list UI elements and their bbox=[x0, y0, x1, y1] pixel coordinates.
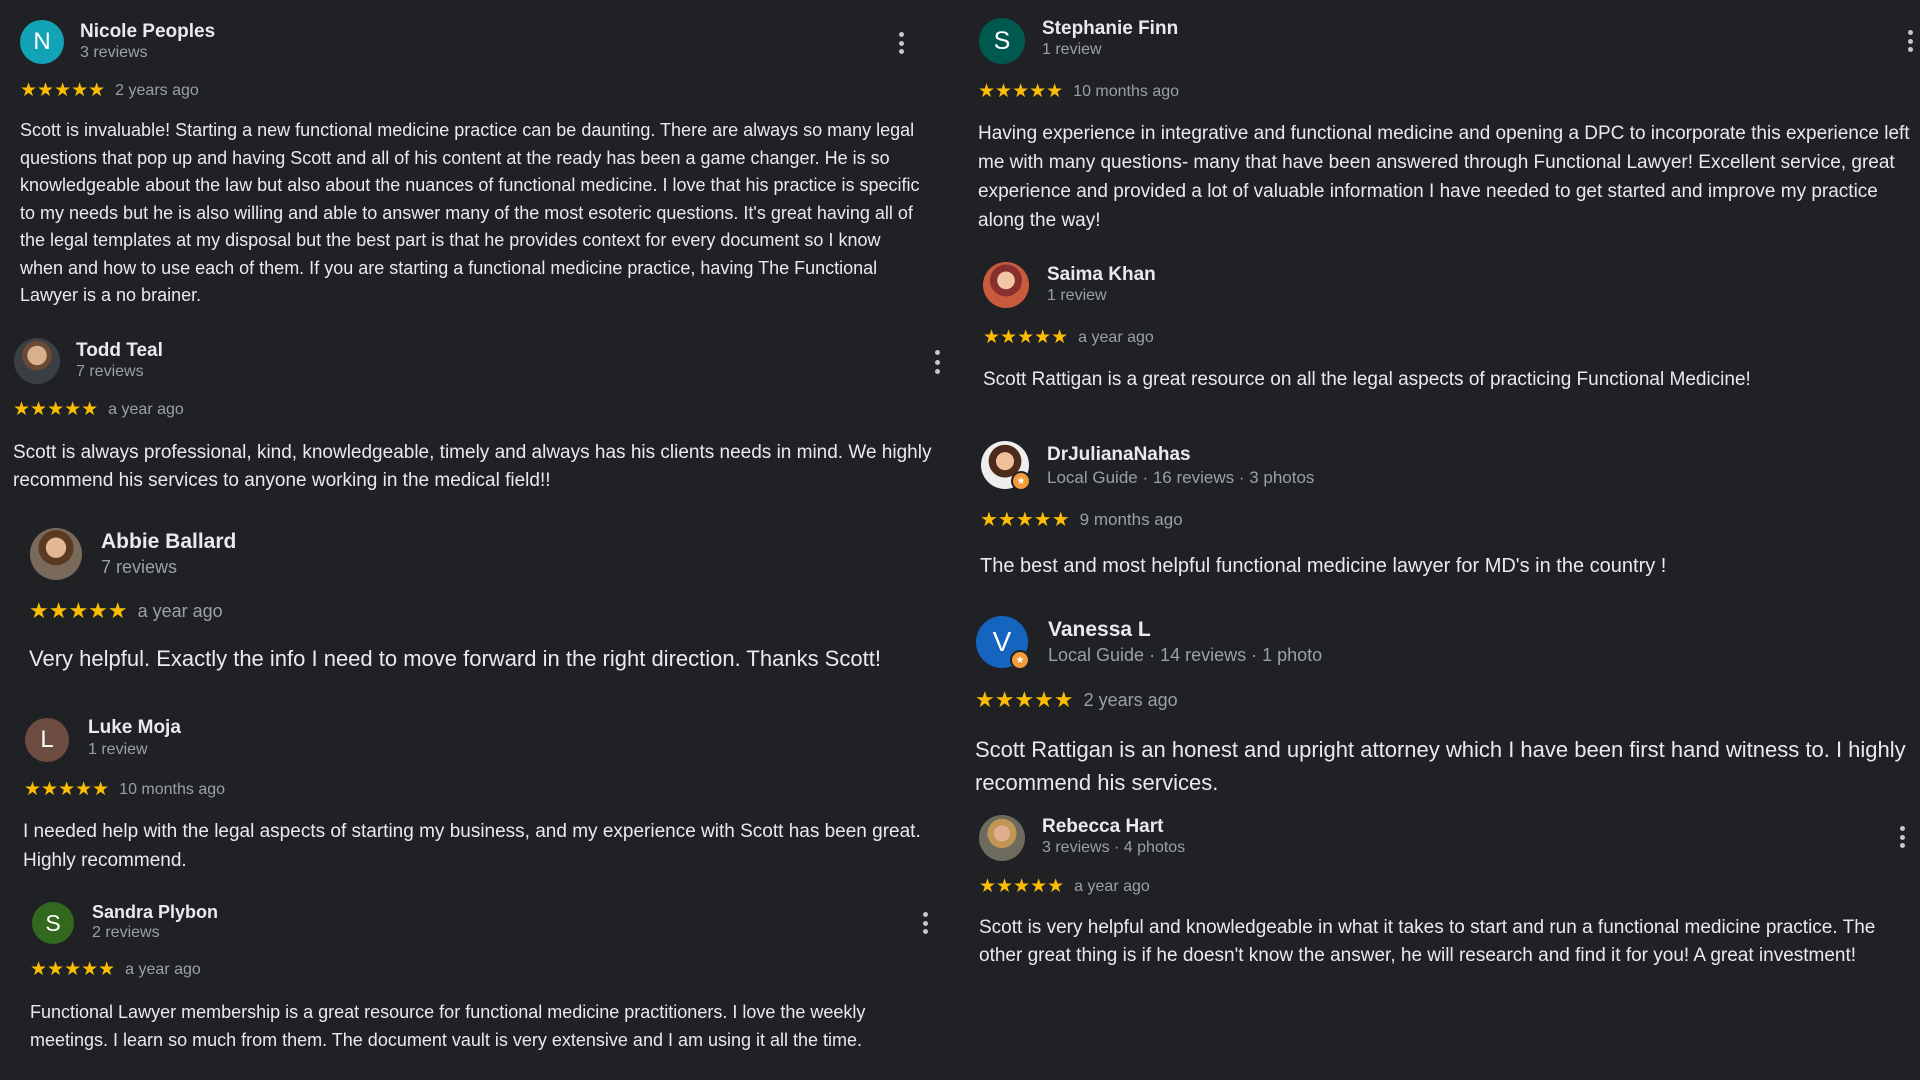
more-options-button[interactable] bbox=[931, 350, 943, 374]
review-text: Scott is invaluable! Starting a new func… bbox=[20, 120, 920, 305]
review-text: Scott is very helpful and knowledgeable … bbox=[979, 917, 1876, 966]
review-time: a year ago bbox=[125, 960, 201, 978]
reviewer-meta: 1 review bbox=[88, 741, 148, 758]
stars-icon: ★★★★★ bbox=[980, 509, 1070, 531]
review-time: a year ago bbox=[1074, 877, 1150, 895]
local-guide-badge-icon: ★ bbox=[1011, 471, 1031, 491]
star-rating: ★★★★★ 9 months ago bbox=[980, 507, 1183, 532]
review-text: I needed help with the legal aspects of … bbox=[23, 821, 921, 871]
review-time: a year ago bbox=[1078, 328, 1154, 346]
avatar[interactable]: S bbox=[32, 902, 74, 944]
reviewer-name[interactable]: Stephanie Finn bbox=[1042, 18, 1178, 40]
avatar[interactable]: N bbox=[20, 20, 64, 64]
stars-icon: ★★★★★ bbox=[979, 876, 1065, 897]
review-card: S Sandra Plybon 2 reviews ★★★★★ a year a… bbox=[0, 895, 950, 1080]
star-rating: ★★★★★ 10 months ago bbox=[24, 778, 225, 801]
stars-icon: ★★★★★ bbox=[30, 959, 116, 980]
review-card: Todd Teal 7 reviews ★★★★★ a year ago Sco… bbox=[0, 330, 950, 500]
review-card: V ★ Vanessa L Local Guide · 14 reviews ·… bbox=[960, 610, 1920, 800]
stars-icon: ★★★★★ bbox=[978, 81, 1064, 102]
star-rating: ★★★★★ a year ago bbox=[983, 326, 1154, 349]
reviewer-meta: 7 reviews bbox=[76, 363, 144, 380]
reviewer-name[interactable]: DrJulianaNahas bbox=[1047, 444, 1191, 466]
reviewer-meta: Local Guide · 16 reviews · 3 photos bbox=[1047, 468, 1315, 487]
review-time: 2 years ago bbox=[1083, 689, 1178, 710]
reviewer-name[interactable]: Vanessa L bbox=[1048, 618, 1151, 642]
reviewer-name[interactable]: Sandra Plybon bbox=[92, 902, 218, 923]
reviewer-meta: 3 reviews bbox=[80, 44, 148, 61]
review-card: Rebecca Hart 3 reviews · 4 photos ★★★★★ … bbox=[960, 808, 1920, 1008]
stars-icon: ★★★★★ bbox=[24, 779, 110, 800]
review-time: 10 months ago bbox=[1073, 82, 1180, 100]
reviewer-meta: 1 review bbox=[1047, 287, 1107, 304]
review-time: 9 months ago bbox=[1079, 509, 1183, 529]
more-options-button[interactable] bbox=[895, 32, 907, 54]
review-card: L Luke Moja 1 review ★★★★★ 10 months ago… bbox=[0, 710, 950, 880]
stars-icon: ★★★★★ bbox=[983, 327, 1069, 348]
stars-icon: ★★★★★ bbox=[13, 399, 99, 420]
star-rating: ★★★★★ 2 years ago bbox=[975, 687, 1178, 713]
review-card: Saima Khan 1 review ★★★★★ a year ago Sco… bbox=[960, 255, 1920, 405]
more-options-button[interactable] bbox=[919, 912, 931, 934]
stars-icon: ★★★★★ bbox=[975, 687, 1074, 712]
star-rating: ★★★★★ a year ago bbox=[13, 398, 184, 421]
star-rating: ★★★★★ 2 years ago bbox=[20, 79, 199, 102]
person-photo-icon[interactable]: ★ bbox=[981, 441, 1031, 491]
reviewer-meta: 3 reviews · 4 photos bbox=[1042, 839, 1186, 856]
reviewer-meta: Local Guide · 14 reviews · 1 photo bbox=[1048, 645, 1323, 665]
review-time: 2 years ago bbox=[115, 81, 199, 99]
star-rating: ★★★★★ a year ago bbox=[29, 598, 223, 624]
person-photo-icon[interactable] bbox=[983, 262, 1029, 308]
person-photo-icon[interactable] bbox=[14, 338, 60, 384]
star-rating: ★★★★★ a year ago bbox=[30, 958, 201, 981]
more-options-button[interactable] bbox=[1896, 826, 1908, 848]
review-time: a year ago bbox=[137, 600, 223, 621]
review-card: N Nicole Peoples 3 reviews ★★★★★ 2 years… bbox=[0, 0, 950, 320]
review-time: 10 months ago bbox=[119, 780, 226, 798]
person-photo-icon[interactable] bbox=[979, 815, 1025, 861]
avatar[interactable]: V ★ bbox=[976, 616, 1030, 670]
review-text: Functional Lawyer membership is a great … bbox=[30, 1002, 866, 1050]
review-time: a year ago bbox=[108, 400, 184, 418]
person-photo-icon[interactable] bbox=[30, 528, 82, 580]
reviewer-name[interactable]: Luke Moja bbox=[88, 717, 181, 739]
stars-icon: ★★★★★ bbox=[20, 80, 106, 101]
star-rating: ★★★★★ 10 months ago bbox=[978, 80, 1179, 103]
reviewer-name[interactable]: Nicole Peoples bbox=[80, 21, 215, 43]
reviewer-name[interactable]: Todd Teal bbox=[76, 340, 163, 362]
review-text: Very helpful. Exactly the info I need to… bbox=[29, 646, 881, 671]
review-text: Having experience in integrative and fun… bbox=[978, 123, 1910, 231]
stars-icon: ★★★★★ bbox=[29, 598, 128, 623]
reviewer-name[interactable]: Rebecca Hart bbox=[1042, 816, 1163, 838]
review-card: S Stephanie Finn 1 review ★★★★★ 10 month… bbox=[960, 0, 1920, 240]
avatar[interactable]: S bbox=[979, 18, 1025, 64]
reviewer-name[interactable]: Saima Khan bbox=[1047, 264, 1156, 286]
avatar[interactable]: L bbox=[25, 718, 69, 762]
review-text: Scott is always professional, kind, know… bbox=[13, 442, 932, 491]
star-rating: ★★★★★ a year ago bbox=[979, 875, 1150, 898]
avatar-letter: V bbox=[992, 626, 1012, 657]
review-card: ★ DrJulianaNahas Local Guide · 16 review… bbox=[960, 435, 1920, 585]
reviewer-meta: 7 reviews bbox=[101, 557, 178, 577]
review-text: Scott Rattigan is a great resource on al… bbox=[983, 369, 1751, 390]
reviewer-meta: 1 review bbox=[1042, 41, 1102, 58]
more-options-button[interactable] bbox=[1904, 30, 1916, 52]
reviewer-meta: 2 reviews bbox=[92, 924, 160, 941]
review-card: Abbie Ballard 7 reviews ★★★★★ a year ago… bbox=[0, 520, 950, 680]
reviewer-name[interactable]: Abbie Ballard bbox=[101, 530, 236, 554]
review-text: Scott Rattigan is an honest and upright … bbox=[975, 737, 1906, 795]
review-text: The best and most helpful functional med… bbox=[980, 555, 1667, 577]
local-guide-badge-icon: ★ bbox=[1010, 650, 1030, 670]
